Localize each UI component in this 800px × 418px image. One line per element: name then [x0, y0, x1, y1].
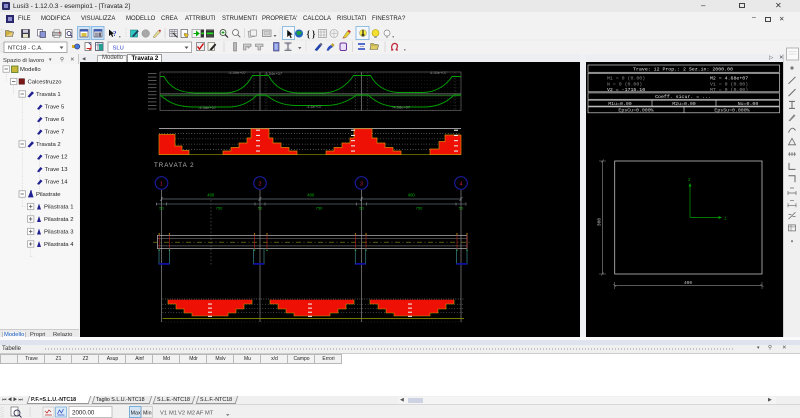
svg-text:V1 = 0 (0.00): V1 = 0 (0.00): [710, 81, 748, 87]
svg-text:MT: MT: [205, 411, 214, 417]
svg-text:Pilastrata 1: Pilastrata 1: [44, 205, 73, 211]
svg-text:Travata 1: Travata 1: [36, 92, 61, 98]
svg-text:M1 = 0 (0.00): M1 = 0 (0.00): [607, 75, 645, 81]
svg-text:Pilastrata 2: Pilastrata 2: [44, 217, 73, 223]
svg-text:4: 4: [459, 181, 463, 187]
svg-text:M1: M1: [169, 411, 177, 417]
svg-text:M2 = 4.68e+07: M2 = 4.68e+07: [710, 75, 748, 81]
svg-text:V1: V1: [160, 411, 167, 417]
svg-text:3: 3: [360, 181, 363, 187]
svg-text:N = 0 (0.00): N = 0 (0.00): [607, 81, 642, 87]
svg-text:MT = 0 (0.00): MT = 0 (0.00): [710, 87, 748, 93]
svg-text:Calcestruzzo: Calcestruzzo: [28, 80, 63, 86]
svg-text:4.55e+07: 4.55e+07: [430, 70, 448, 75]
svg-text:-4.58e+07: -4.58e+07: [392, 105, 411, 110]
svg-text:50: 50: [459, 206, 464, 211]
svg-text:Trave 13: Trave 13: [45, 167, 69, 173]
svg-text:750: 750: [316, 206, 323, 211]
svg-text:1: 1: [160, 181, 163, 187]
svg-text:EpsSu=0.000%: EpsSu=0.000%: [714, 108, 749, 114]
svg-text:-4.6e+07: -4.6e+07: [306, 104, 323, 109]
svg-text:2: 2: [258, 181, 261, 187]
svg-text:750: 750: [416, 206, 423, 211]
svg-text:Trave 6: Trave 6: [45, 117, 65, 123]
svg-text:Modello: Modello: [20, 67, 41, 73]
svg-text:400: 400: [408, 193, 416, 198]
svg-text:50: 50: [159, 206, 164, 211]
svg-text:{ }: { }: [307, 29, 316, 39]
svg-text:M2u=0.00: M2u=0.00: [672, 101, 696, 107]
svg-text:M2: M2: [187, 411, 195, 417]
svg-text:?: ?: [113, 30, 117, 38]
svg-text:-4.59e+07: -4.59e+07: [228, 70, 247, 75]
svg-text:400: 400: [684, 280, 692, 286]
svg-text:300: 300: [597, 218, 603, 226]
svg-text:Max: Max: [131, 411, 141, 417]
svg-text:Coeff. sicur. = ...: Coeff. sicur. = ...: [655, 94, 711, 100]
svg-text:NTC18 - C.A.: NTC18 - C.A.: [8, 46, 43, 52]
svg-text:750: 750: [216, 206, 223, 211]
svg-text:400: 400: [207, 193, 215, 198]
svg-text:Pilastrata 3: Pilastrata 3: [44, 230, 74, 236]
svg-text:50: 50: [258, 206, 263, 211]
svg-text:2000.00: 2000.00: [72, 410, 95, 417]
svg-text:Nu=0.00: Nu=0.00: [738, 101, 759, 107]
svg-text:TRAVATA 2: TRAVATA 2: [154, 162, 195, 169]
svg-text:SLU: SLU: [113, 46, 124, 52]
svg-text:M1u=0.00: M1u=0.00: [608, 101, 632, 107]
svg-text:EpsCu=0.000%: EpsCu=0.000%: [618, 108, 653, 114]
svg-text:Travata 2: Travata 2: [36, 142, 61, 148]
svg-text:400: 400: [307, 193, 315, 198]
svg-text:Trave: 12 Prop.: 2 Sez.in: 2: Trave: 12 Prop.: 2 Sez.in: 2000.00: [633, 67, 733, 73]
svg-text:1: 1: [724, 218, 727, 222]
svg-text:Trave 5: Trave 5: [45, 105, 65, 111]
svg-text:Trave 12: Trave 12: [45, 155, 68, 161]
svg-text:-4.58e+07: -4.58e+07: [198, 105, 217, 110]
svg-text:Pilastrata 4: Pilastrata 4: [44, 242, 74, 248]
svg-text:Trave 7: Trave 7: [45, 130, 65, 136]
svg-text:V2: V2: [178, 411, 185, 417]
svg-text:-4.54e+07: -4.54e+07: [264, 71, 283, 76]
svg-text:AF: AF: [196, 411, 204, 417]
svg-text:50: 50: [359, 206, 364, 211]
svg-text:Trave 14: Trave 14: [45, 180, 69, 186]
svg-text:2: 2: [688, 179, 691, 183]
svg-text:Min: Min: [143, 411, 152, 417]
svg-text:V2 = -1715.10: V2 = -1715.10: [607, 87, 645, 93]
svg-text:Pilastrate: Pilastrate: [36, 192, 61, 198]
